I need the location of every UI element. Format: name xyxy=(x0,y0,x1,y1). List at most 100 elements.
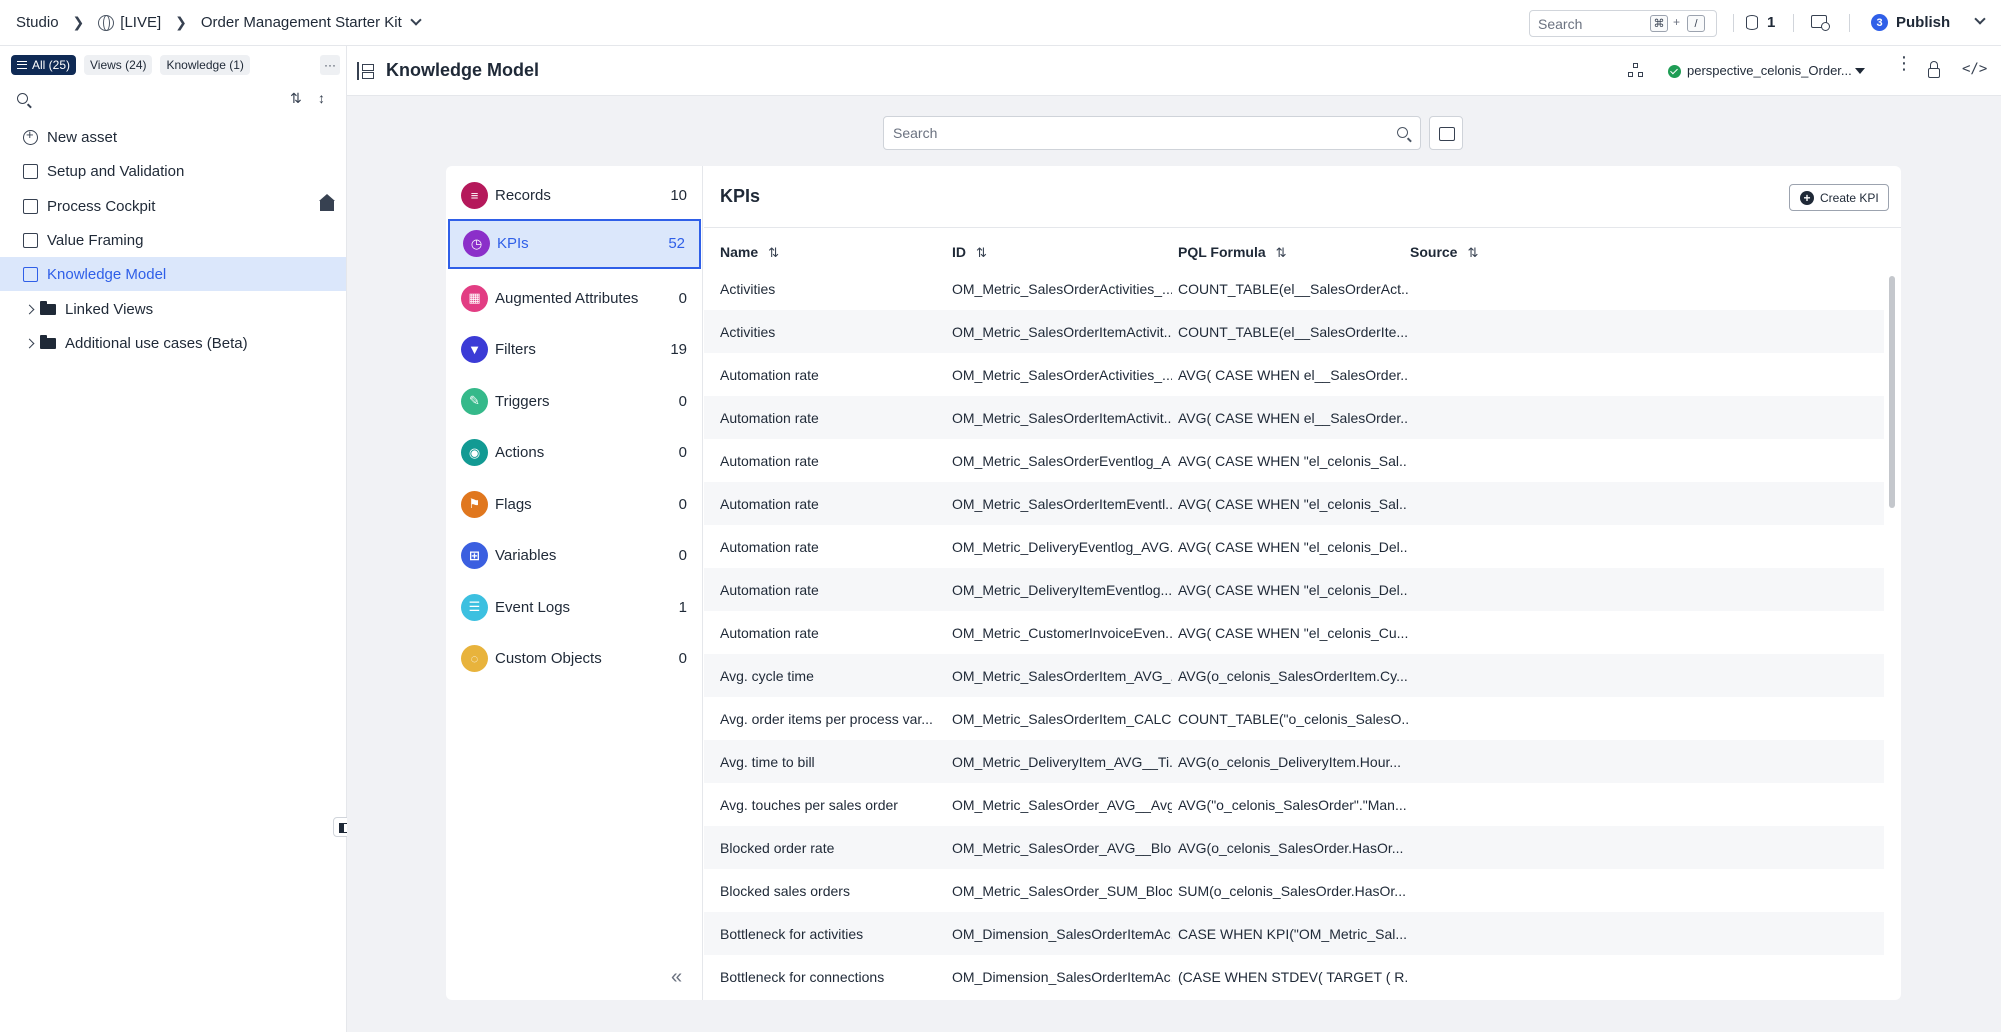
sort-icon[interactable]: ⇅ xyxy=(768,245,779,260)
caret-down-icon[interactable] xyxy=(1855,68,1865,74)
filter-tab-all[interactable]: All (25) xyxy=(11,55,77,75)
sidebar-folder-linked-views[interactable]: Linked Views xyxy=(0,292,346,326)
category-item-augmented-attributes[interactable]: ▦ Augmented Attributes 0 xyxy=(448,273,701,323)
category-item-records[interactable]: ≡ Records 10 xyxy=(448,170,701,220)
sidebar-item-value-framing[interactable]: Value Framing xyxy=(0,223,346,257)
category-icon: ⚑ xyxy=(461,490,488,518)
more-vertical-icon[interactable]: ⋮ xyxy=(1895,54,1913,72)
divider xyxy=(704,227,1901,228)
monitor-settings-icon[interactable] xyxy=(1811,15,1830,31)
table-row[interactable]: Activities OM_Metric_SalesOrderActivities… xyxy=(704,267,1884,310)
breadcrumb-studio[interactable]: Studio xyxy=(16,14,59,31)
column-header-source[interactable]: Source ⇅ xyxy=(1410,244,1478,261)
table-row[interactable]: Automation rate OM_Metric_CustomerInvoice… xyxy=(704,611,1884,654)
category-list: « ≡ Records 10 ◷ KPIs 52 ▦ Augmented Attributes… xyxy=(446,166,703,1000)
filter-tab-knowledge[interactable]: Knowledge (1) xyxy=(160,55,250,75)
table-row[interactable]: Blocked sales orders OM_Metric_SalesOrder… xyxy=(704,869,1884,912)
table-row[interactable]: Avg. order items per process var... OM_Me… xyxy=(704,697,1884,740)
sidebar-item-process-cockpit[interactable]: Process Cockpit xyxy=(0,189,346,223)
category-item-actions[interactable]: ◉ Actions 0 xyxy=(448,428,701,478)
table-row[interactable]: Automation rate OM_Metric_DeliveryEventlo… xyxy=(704,525,1884,568)
collapse-all-icon[interactable]: ↕ xyxy=(318,90,325,106)
search-icon[interactable] xyxy=(1397,127,1408,138)
category-icon: ✎ xyxy=(461,387,488,415)
cell-name: Automation rate xyxy=(720,410,819,426)
category-item-triggers[interactable]: ✎ Triggers 0 xyxy=(448,376,701,426)
sidebar-item-setup-and-validation[interactable]: Setup and Validation xyxy=(0,154,346,188)
table-row[interactable]: Automation rate OM_Metric_DeliveryItemEve… xyxy=(704,568,1884,611)
publish-button[interactable]: Publish xyxy=(1896,14,1950,31)
column-header-pql-formula[interactable]: PQL Formula ⇅ xyxy=(1178,244,1287,261)
category-label: Augmented Attributes xyxy=(495,289,639,307)
breadcrumb-package[interactable]: Order Management Starter Kit xyxy=(201,14,402,31)
chevron-down-icon[interactable] xyxy=(410,13,422,26)
global-search-input[interactable]: Search ⌘ + / xyxy=(1529,10,1717,37)
category-icon: ☰ xyxy=(461,593,488,621)
chevron-right-icon[interactable] xyxy=(24,304,35,314)
more-options-button[interactable]: ··· xyxy=(320,55,340,75)
table-row[interactable]: Bottleneck for activities OM_Dimension_Sa… xyxy=(704,912,1884,955)
filter-tab-label: Knowledge (1) xyxy=(166,58,244,72)
table-row[interactable]: Avg. touches per sales order OM_Metric_Sa… xyxy=(704,783,1884,826)
filter-tab-views[interactable]: Views (24) xyxy=(84,55,153,75)
perspective-selector[interactable]: perspective_celonis_Order... xyxy=(1687,63,1852,78)
kpi-section-title: KPIs xyxy=(720,186,761,206)
collapse-double-chevron-icon[interactable]: « xyxy=(671,966,682,989)
create-kpi-button[interactable]: + Create KPI xyxy=(1789,184,1889,211)
sidebar-item-new-asset[interactable]: New asset xyxy=(0,120,346,154)
knowledge-search-input[interactable] xyxy=(893,125,1373,141)
sidebar-folder-additional-use-cases[interactable]: Additional use cases (Beta) xyxy=(0,326,346,360)
sidebar-item-label: Process Cockpit xyxy=(47,197,156,215)
filter-toggle-button[interactable] xyxy=(1429,116,1463,150)
column-header-id[interactable]: ID ⇅ xyxy=(952,244,987,261)
knowledge-search-field[interactable] xyxy=(883,116,1421,150)
category-item-flags[interactable]: ⚑ Flags 0 xyxy=(448,479,701,529)
table-row[interactable]: Avg. time to bill OM_Metric_DeliveryItem_… xyxy=(704,740,1884,783)
table-row[interactable]: Bottleneck for connections OM_Dimension_S… xyxy=(704,955,1884,998)
scrollbar[interactable] xyxy=(1889,276,1895,508)
sort-icon[interactable]: ⇅ xyxy=(290,90,302,107)
category-item-event-logs[interactable]: ☰ Event Logs 1 xyxy=(448,582,701,632)
table-row[interactable]: Automation rate OM_Metric_SalesOrderItemA… xyxy=(704,396,1884,439)
cell-name: Blocked sales orders xyxy=(720,883,850,899)
hierarchy-icon[interactable] xyxy=(1628,63,1643,78)
data-model-count[interactable]: 1 xyxy=(1767,14,1775,31)
category-icon: ⊞ xyxy=(461,542,488,569)
sidebar-item-label: Setup and Validation xyxy=(47,162,185,180)
category-count: 19 xyxy=(670,341,687,358)
sort-icon[interactable]: ⇅ xyxy=(1276,245,1287,260)
sidebar-folder-label: Linked Views xyxy=(65,300,154,318)
chevron-right-icon[interactable] xyxy=(24,338,35,348)
lock-icon[interactable] xyxy=(1928,61,1940,78)
category-label: Custom Objects xyxy=(495,650,602,667)
category-item-filters[interactable]: ▼ Filters 19 xyxy=(448,325,701,375)
category-item-variables[interactable]: ⊞ Variables 0 xyxy=(448,531,701,581)
table-row[interactable]: Automation rate OM_Metric_SalesOrderActiv… xyxy=(704,353,1884,396)
table-row[interactable]: Avg. cycle time OM_Metric_SalesOrderItem_… xyxy=(704,654,1884,697)
table-row[interactable]: Automation rate OM_Metric_SalesOrderItemE… xyxy=(704,482,1884,525)
publish-chevron-down-icon[interactable] xyxy=(1974,13,1986,25)
category-item-custom-objects[interactable]: ◌ Custom Objects 0 xyxy=(448,634,701,684)
table-row[interactable]: Blocked order rate OM_Metric_SalesOrder_A… xyxy=(704,826,1884,869)
category-item-kpis[interactable]: ◷ KPIs 52 xyxy=(448,218,701,269)
column-header-name[interactable]: Name ⇅ xyxy=(720,244,779,261)
cell-id: OM_Metric_SalesOrderItemEventl... xyxy=(952,496,1172,512)
category-count: 0 xyxy=(678,392,687,410)
sort-icon[interactable]: ⇅ xyxy=(1467,245,1478,260)
database-icon[interactable] xyxy=(1746,15,1758,30)
sort-icon[interactable]: ⇅ xyxy=(976,245,987,260)
table-row[interactable]: Automation rate OM_Metric_SalesOrderEvent… xyxy=(704,439,1884,482)
category-label: Triggers xyxy=(495,392,550,410)
category-icon: ◉ xyxy=(461,439,488,466)
breadcrumb-space[interactable]: [LIVE] xyxy=(120,14,161,31)
cell-pql-formula: AVG(o_celonis_SalesOrderItem.Cy... xyxy=(1178,668,1408,684)
sidebar-item-knowledge-model[interactable]: Knowledge Model xyxy=(0,257,346,291)
cell-name: Automation rate xyxy=(720,453,819,469)
cell-id: OM_Metric_DeliveryItemEventlog... xyxy=(952,582,1172,598)
code-icon[interactable]: </> xyxy=(1962,61,1987,77)
category-label: Variables xyxy=(495,547,557,564)
search-icon[interactable] xyxy=(17,93,28,104)
table-row[interactable]: Activities OM_Metric_SalesOrderItemActivi… xyxy=(704,310,1884,353)
cell-id: OM_Metric_SalesOrderItemActivit... xyxy=(952,324,1172,340)
column-header-label: Source xyxy=(1410,244,1458,260)
